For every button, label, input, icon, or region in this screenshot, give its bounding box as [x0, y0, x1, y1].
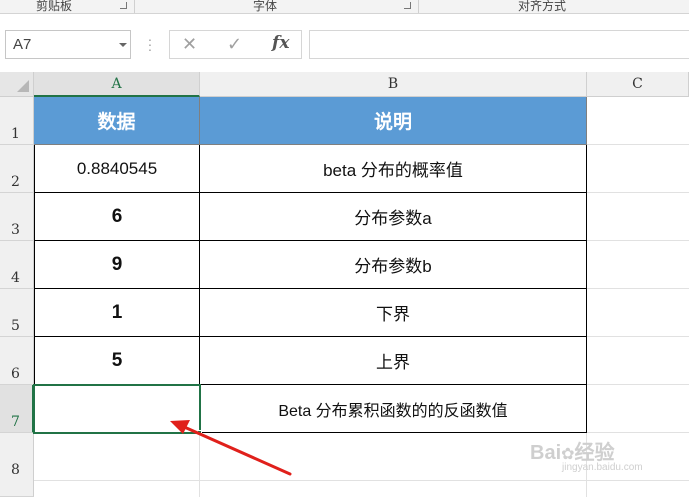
cell-b6[interactable]: 上界 [200, 337, 587, 385]
group-separator [134, 0, 135, 13]
cell-b2[interactable]: beta 分布的概率值 [200, 145, 587, 193]
name-box-value: A7 [13, 36, 32, 53]
enter-icon[interactable]: ✓ [227, 34, 242, 55]
font-dialog-launcher-icon[interactable] [404, 2, 411, 9]
clipboard-group-label: 剪贴板 [36, 0, 73, 13]
cell-b5[interactable]: 下界 [200, 289, 587, 337]
watermark-brand: Bai✿经验 [530, 442, 615, 464]
gridline [586, 192, 689, 193]
arrow-shaft [180, 424, 292, 476]
group-separator [418, 0, 419, 13]
gridline [586, 240, 689, 241]
drag-handle-icon[interactable]: · · · [147, 32, 153, 56]
row-header-2[interactable]: 2 [0, 145, 34, 193]
gridline [586, 336, 689, 337]
row-header-6[interactable]: 6 [0, 337, 34, 385]
cancel-icon[interactable]: ✕ [182, 34, 197, 55]
cell-a3[interactable]: 6 [34, 193, 200, 241]
gridline [34, 480, 689, 481]
gridline [586, 384, 689, 385]
cell-b3[interactable]: 分布参数a [200, 193, 587, 241]
column-header-b[interactable]: B [200, 72, 587, 97]
row-header-3[interactable]: 3 [0, 193, 34, 241]
red-arrow-annotation [170, 420, 292, 476]
column-header-a[interactable]: A [34, 72, 200, 97]
select-all-triangle-icon [17, 80, 29, 92]
cell-a5[interactable]: 1 [34, 289, 200, 337]
cell-a2[interactable]: 0.8840545 [34, 145, 200, 193]
insert-function-icon[interactable]: fx [272, 33, 289, 53]
row-header-5[interactable]: 5 [0, 289, 34, 337]
row-header-7[interactable]: 7 [0, 385, 34, 433]
row-header-1[interactable]: 1 [0, 97, 34, 145]
ribbon-group-bar [0, 0, 689, 14]
cell-b1[interactable]: 说明 [200, 97, 587, 145]
column-header-c[interactable]: C [587, 72, 689, 97]
cell-b4[interactable]: 分布参数b [200, 241, 587, 289]
clipboard-dialog-launcher-icon[interactable] [120, 2, 127, 9]
cell-a6[interactable]: 5 [34, 337, 200, 385]
cell-a4[interactable]: 9 [34, 241, 200, 289]
formula-input[interactable] [309, 30, 689, 59]
name-box[interactable]: A7 [5, 30, 131, 59]
row-header-4[interactable]: 4 [0, 241, 34, 289]
watermark-url: jingyan.baidu.com [562, 462, 643, 473]
font-group-label: 字体 [253, 0, 278, 13]
cell-a1[interactable]: 数据 [34, 97, 200, 145]
alignment-group-label: 对齐方式 [518, 0, 567, 13]
gridline [586, 144, 689, 145]
gridline [586, 288, 689, 289]
chevron-down-icon[interactable] [119, 43, 127, 47]
row-header-8[interactable]: 8 [0, 433, 34, 497]
